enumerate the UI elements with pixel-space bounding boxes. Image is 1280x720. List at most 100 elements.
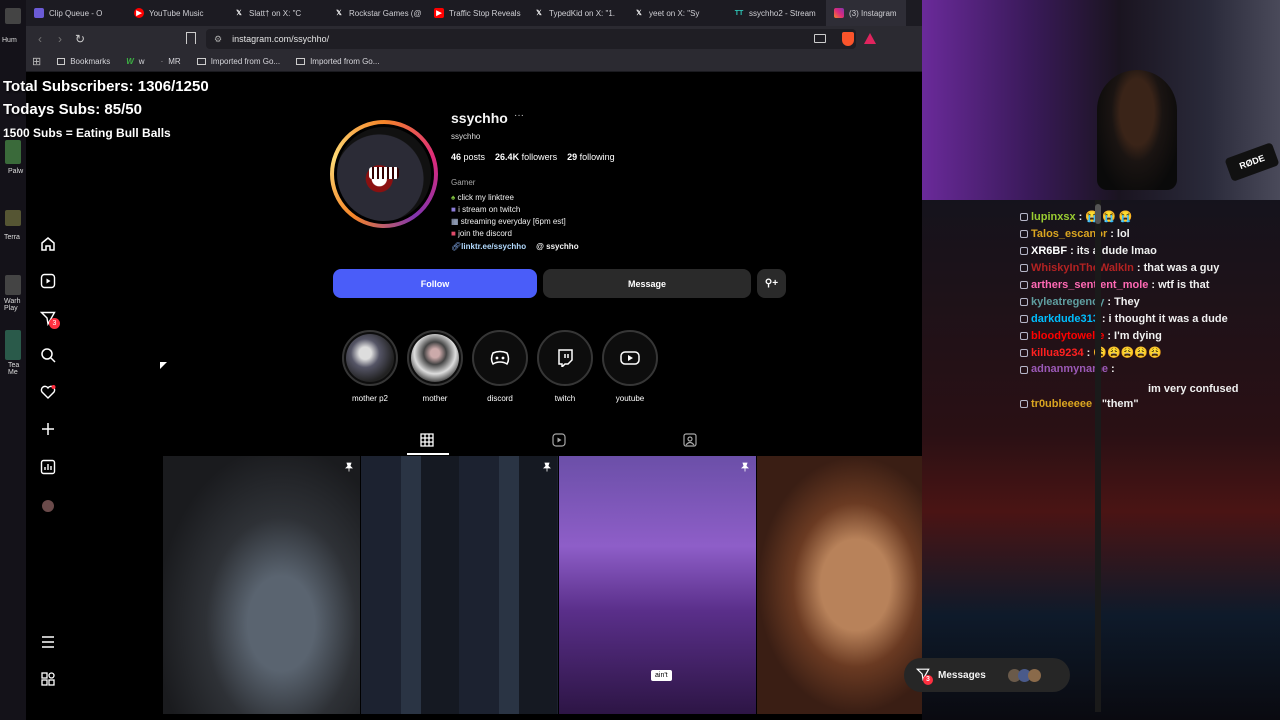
messages-button[interactable]: 3 Messages: [904, 658, 1070, 692]
chat-text: "them": [1101, 397, 1139, 410]
browser-tab[interactable]: ▶ Traffic Stop Reveals: [426, 0, 526, 26]
apps-grid-icon[interactable]: ⊞: [32, 55, 41, 68]
highlight-youtube[interactable]: [602, 330, 658, 386]
posts-label: posts: [463, 152, 486, 162]
profile-stats: 46 posts 26.4K followers 29 following: [451, 152, 615, 162]
desktop-app-icon[interactable]: [5, 330, 21, 360]
home-icon[interactable]: [39, 235, 57, 253]
x-icon: 𝕏: [236, 10, 242, 17]
back-icon[interactable]: ‹: [30, 32, 50, 46]
chat-separator: :: [1111, 363, 1115, 375]
followers-number: 26.4K: [495, 152, 520, 162]
post-thumbnail[interactable]: ain't: [559, 456, 756, 714]
create-icon[interactable]: [39, 420, 57, 438]
browser-tab-active[interactable]: (3) Instagram: [826, 0, 906, 26]
chat-text: 😩😩😩😩😩: [1093, 347, 1162, 359]
rewards-icon[interactable]: [864, 33, 876, 44]
avatar: [1027, 668, 1041, 682]
highlight-discord[interactable]: [472, 330, 528, 386]
browser-tab[interactable]: 𝕏 Rockstar Games (@: [326, 0, 426, 26]
threads-link[interactable]: @ ssychho: [536, 242, 579, 251]
chat-badge-icon: [1020, 246, 1028, 255]
message-button[interactable]: Message: [543, 269, 751, 298]
bookmark-item[interactable]: Bookmarks: [57, 57, 110, 66]
followers-count[interactable]: 26.4K followers: [495, 152, 557, 162]
chat-username[interactable]: killua9234: [1031, 347, 1084, 359]
site-info-icon[interactable]: ⚙: [214, 34, 222, 45]
direct-messages-icon[interactable]: 3: [39, 309, 60, 329]
desktop-app-icon[interactable]: [5, 210, 21, 226]
following-count[interactable]: 29 following: [567, 152, 615, 162]
chat-badge-icon: [1020, 314, 1028, 323]
instagram-sidebar: 3: [26, 72, 70, 720]
address-bar[interactable]: ⚙ instagram.com/ssychho/: [206, 29, 856, 49]
chat-username[interactable]: arthers_sentient_mole: [1031, 279, 1148, 291]
tab-posts-grid-icon[interactable]: [420, 433, 434, 452]
following-number: 29: [567, 152, 578, 162]
reels-icon[interactable]: [39, 272, 57, 290]
profile-avatar-icon[interactable]: [39, 497, 57, 515]
bookmark-label: w: [138, 57, 145, 66]
tab-tagged-icon[interactable]: [683, 433, 697, 452]
chat-message: lupinxsx: 😭 😭 😭: [1020, 208, 1280, 225]
brave-shield-icon[interactable]: [842, 32, 854, 46]
messenger-icon: 3: [915, 667, 933, 685]
forward-icon[interactable]: ›: [50, 32, 70, 46]
chat-username[interactable]: bloodytowelie: [1031, 330, 1104, 342]
chat-separator: :: [1101, 312, 1106, 325]
chat-username[interactable]: lupinxsx: [1031, 211, 1076, 223]
bookmark-icon[interactable]: [186, 32, 196, 44]
browser-tab[interactable]: TT ssychho2 - Stream: [726, 0, 826, 26]
bookmark-item[interactable]: Imported from Go...: [296, 57, 379, 66]
desktop-app-icon[interactable]: [5, 8, 21, 24]
page-scrollbar[interactable]: [1095, 200, 1101, 712]
tab-title: Clip Queue - O: [49, 8, 103, 18]
post-thumbnail[interactable]: [163, 456, 360, 714]
mr-icon: ·: [160, 57, 164, 66]
menu-icon[interactable]: [39, 633, 57, 651]
profile-link[interactable]: 🔗︎linktr.ee/ssychho: [451, 242, 526, 251]
bookmark-item[interactable]: Imported from Go...: [196, 57, 280, 66]
bookmark-item[interactable]: Ww: [126, 57, 144, 66]
browser-tab[interactable]: 𝕏yeet on X: "Sy: [626, 0, 726, 26]
desktop-app-icon[interactable]: [5, 275, 21, 295]
chat-separator: :: [1136, 261, 1141, 274]
cast-icon[interactable]: [814, 34, 826, 43]
browser-tab[interactable]: ▶ YouTube Music: [126, 0, 226, 26]
tab-title: (3) Instagram: [849, 8, 897, 18]
chat-username[interactable]: darkdude313: [1031, 313, 1099, 325]
bookmark-item[interactable]: · MR: [161, 57, 181, 66]
posts-count[interactable]: 46 posts: [451, 152, 485, 162]
suggest-user-button[interactable]: ⚲+: [757, 269, 786, 298]
bookmarks-bar: ⊞ Bookmarks Ww · MR Imported from Go... I…: [26, 52, 922, 72]
scrollbar-thumb[interactable]: [1095, 204, 1101, 224]
post-thumbnail[interactable]: [361, 456, 558, 714]
messages-label: Messages: [938, 669, 986, 681]
browser-tab[interactable]: 𝕏 TypedKid on X: "1.: [526, 0, 626, 26]
chat-badge-icon: [1020, 229, 1028, 238]
highlight-mother[interactable]: [407, 330, 463, 386]
chat-username[interactable]: kyleatregency: [1031, 296, 1104, 308]
follow-button[interactable]: Follow: [333, 269, 537, 298]
dashboard-icon[interactable]: [39, 458, 57, 476]
tab-reels-icon[interactable]: [552, 433, 566, 452]
desktop-app-icon[interactable]: [5, 140, 21, 164]
heart-icon[interactable]: [39, 383, 57, 401]
highlight-mother-p2[interactable]: [342, 330, 398, 386]
more-options-icon[interactable]: ···: [514, 110, 524, 121]
search-icon[interactable]: [39, 346, 57, 364]
profile-username: ssychho: [451, 110, 508, 126]
link-icon: 🔗︎: [451, 242, 462, 251]
browser-tab[interactable]: Clip Queue - O: [26, 0, 126, 26]
chat-username[interactable]: XR6BF: [1031, 245, 1067, 257]
reload-icon[interactable]: ↻: [70, 32, 90, 46]
highlight-label: mother p2: [351, 394, 389, 403]
browser-tab[interactable]: 𝕏 Slatt† on X: "C: [226, 0, 326, 26]
chat-badge-icon: [1020, 365, 1028, 374]
highlight-twitch[interactable]: [537, 330, 593, 386]
more-apps-icon[interactable]: [39, 670, 57, 688]
twitch-icon: TT: [734, 9, 744, 17]
chat-username[interactable]: WhiskyInTheWalkIn: [1031, 262, 1134, 274]
chat-username[interactable]: tr0ubleeeee: [1031, 398, 1092, 410]
profile-avatar[interactable]: [330, 120, 438, 228]
